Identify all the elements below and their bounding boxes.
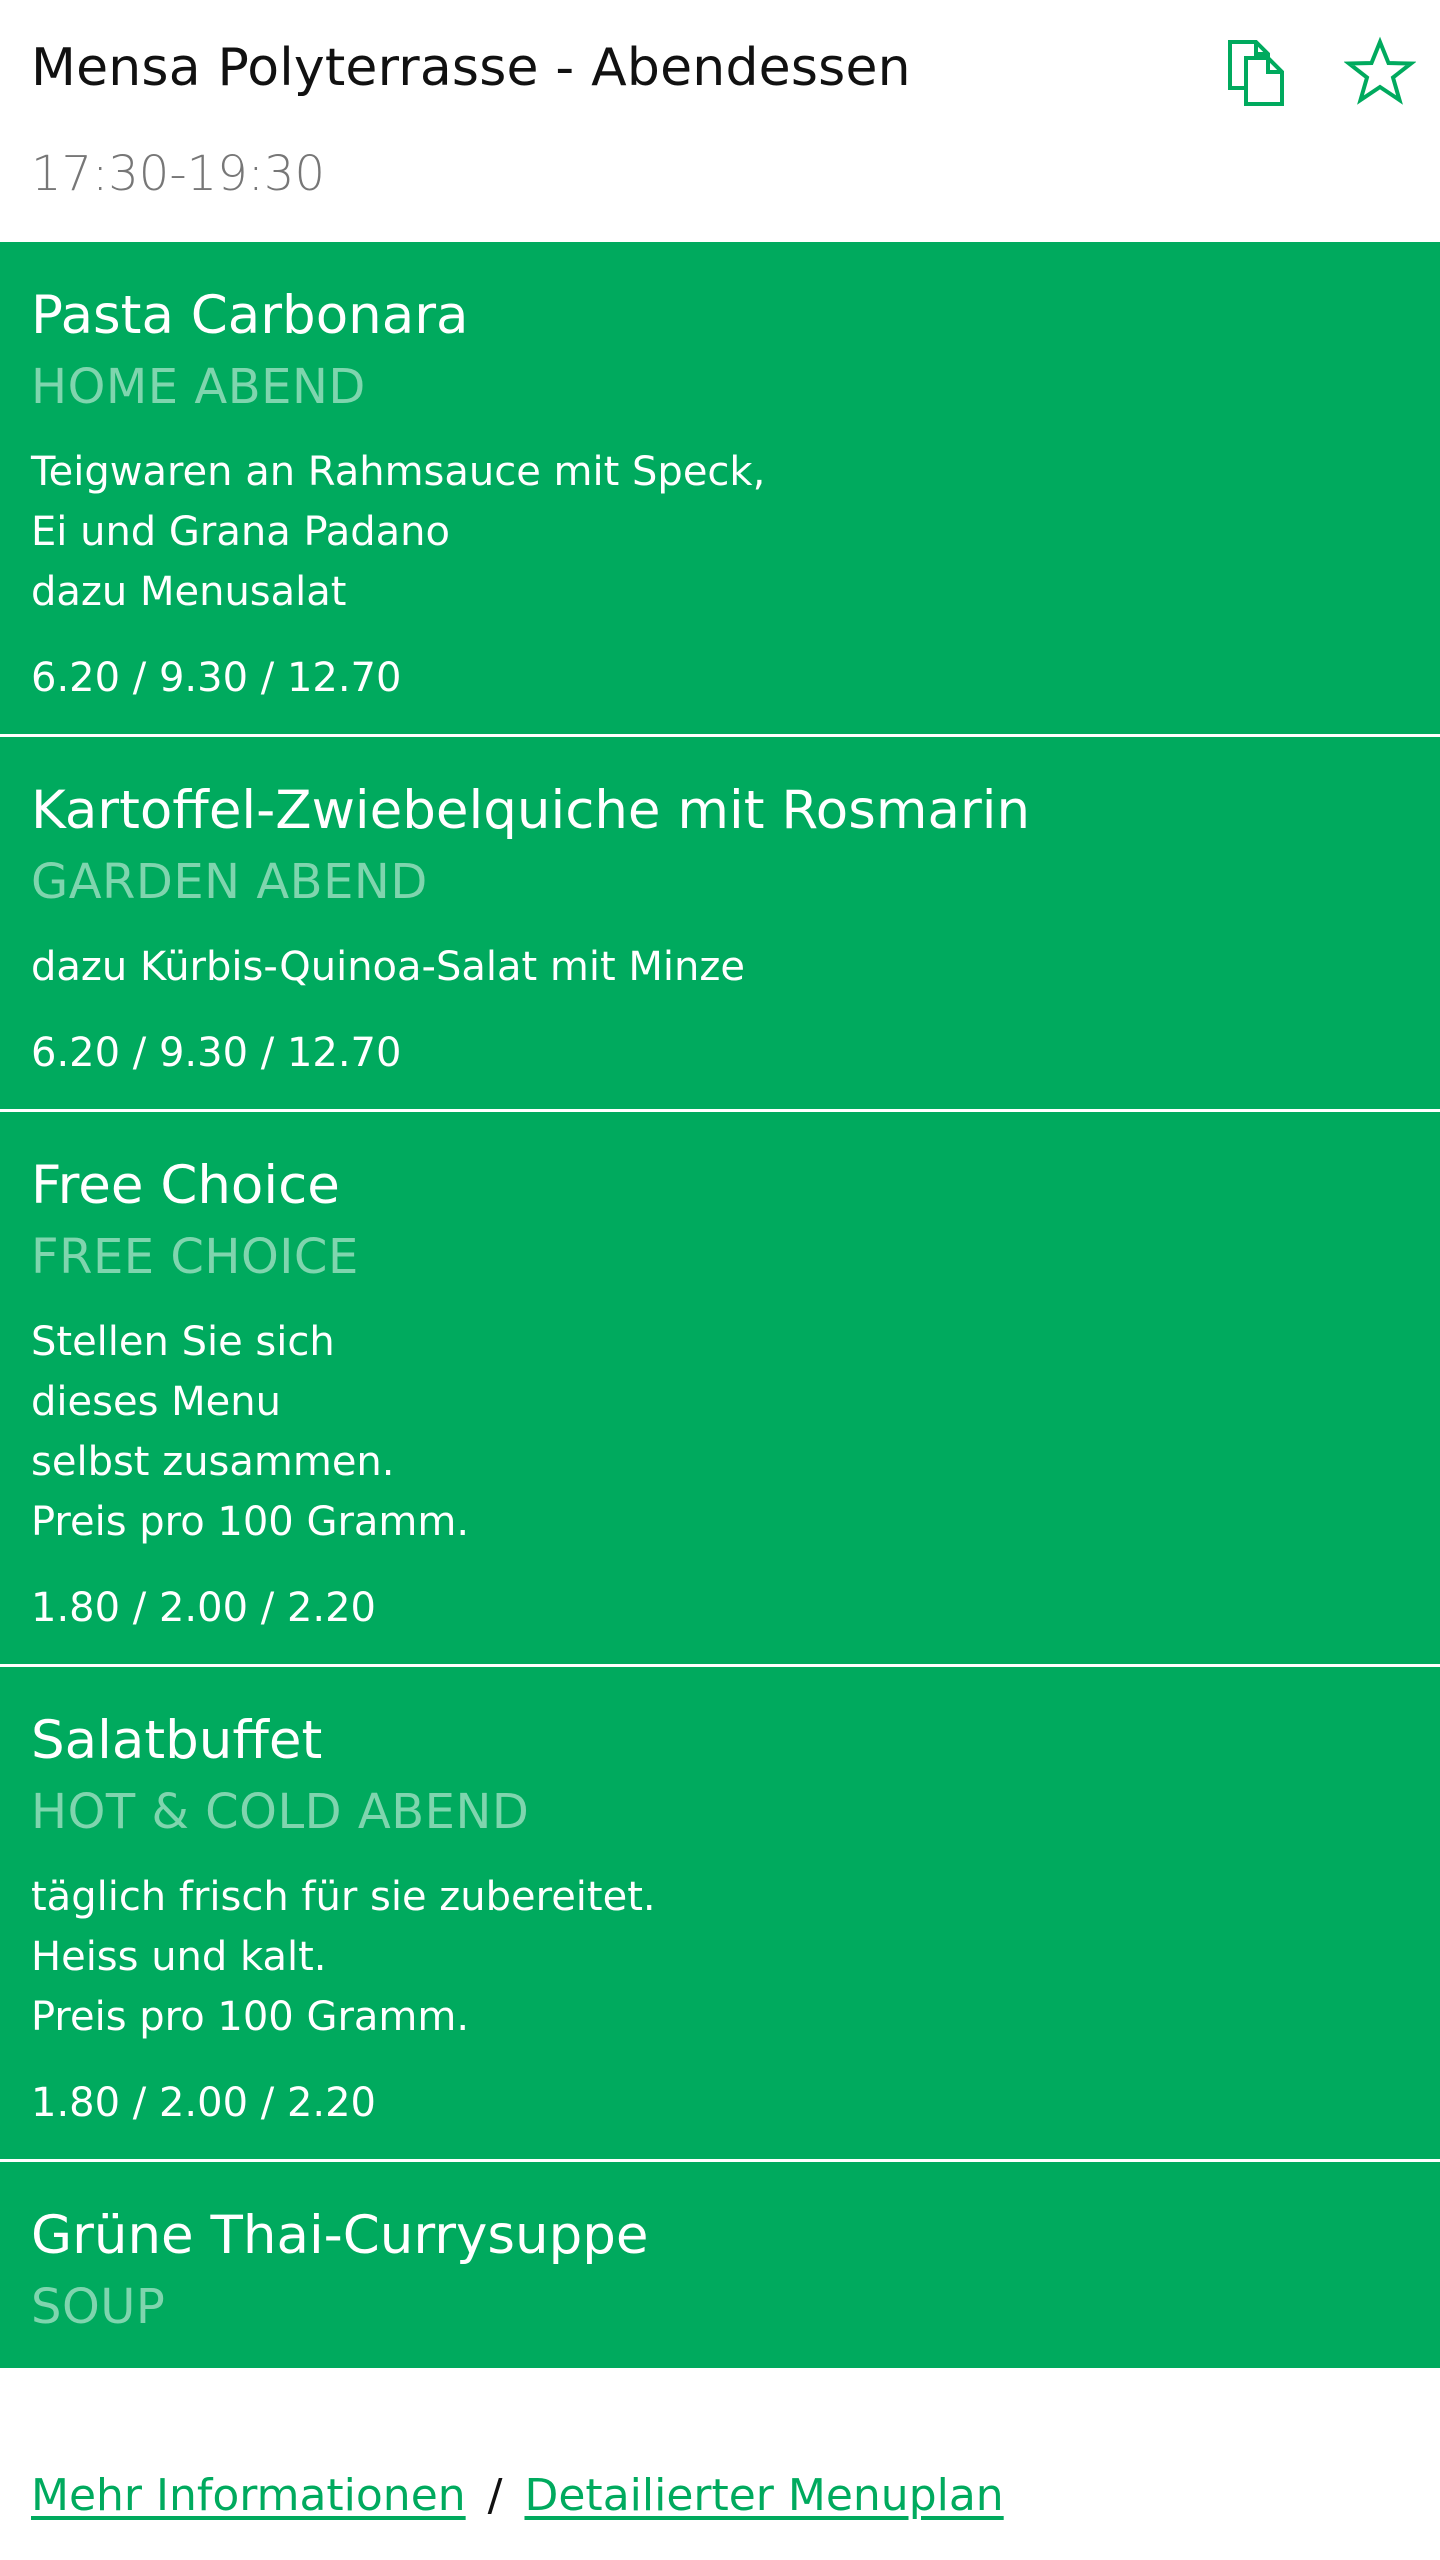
description-line: dazu Kürbis-Quinoa-Salat mit Minze	[31, 944, 745, 990]
menu-description: täglich frisch für sie zubereitet. Heiss…	[31, 1867, 1409, 2047]
page-title: Mensa Polyterrasse - Abendessen	[31, 38, 911, 98]
menu-description: dazu Kürbis-Quinoa-Salat mit Minze	[31, 937, 1409, 997]
menu-category: SOUP	[31, 2279, 166, 2335]
menu-description: Teigwaren an Rahmsauce mit Speck, Ei und…	[31, 442, 1409, 622]
menu-name: Pasta Carbonara	[31, 285, 469, 346]
menu-category: HOME ABEND	[31, 359, 366, 415]
menu-item[interactable]: Grüne Thai-Currysuppe SOUP	[0, 2162, 1440, 2368]
description-line: selbst zusammen.	[31, 1439, 395, 1485]
menu-item[interactable]: Kartoffel-Zwiebelquiche mit Rosmarin GAR…	[0, 737, 1440, 1109]
description-line: Stellen Sie sich	[31, 1319, 335, 1365]
description-line: Preis pro 100 Gramm.	[31, 1499, 470, 1545]
detailed-menuplan-link[interactable]: Detailierter Menuplan	[524, 2470, 1003, 2521]
description-line: Teigwaren an Rahmsauce mit Speck,	[31, 449, 766, 495]
menu-category: GARDEN ABEND	[31, 854, 428, 910]
footer: Mehr Informationen / Detailierter Menuplan	[0, 2440, 1440, 2560]
menu-item[interactable]: Pasta Carbonara HOME ABEND Teigwaren an …	[0, 242, 1440, 734]
opening-hours: 17:30-19:30	[31, 146, 325, 202]
menu-prices: 6.20 / 9.30 / 12.70	[31, 1030, 402, 1076]
menu-item[interactable]: Salatbuffet HOT & COLD ABEND täglich fri…	[0, 1667, 1440, 2159]
menu-list[interactable]: Pasta Carbonara HOME ABEND Teigwaren an …	[0, 242, 1440, 2440]
menu-prices: 1.80 / 2.00 / 2.20	[31, 1585, 376, 1631]
menu-name: Kartoffel-Zwiebelquiche mit Rosmarin	[31, 780, 1031, 841]
description-line: Heiss und kalt.	[31, 1934, 327, 1980]
copy-icon[interactable]	[1222, 36, 1294, 108]
menu-category: FREE CHOICE	[31, 1229, 359, 1285]
menu-category: HOT & COLD ABEND	[31, 1784, 530, 1840]
more-info-link[interactable]: Mehr Informationen	[31, 2470, 466, 2521]
star-icon[interactable]	[1343, 36, 1417, 108]
footer-links: Mehr Informationen / Detailierter Menuplan	[31, 2466, 1004, 2526]
menu-name: Free Choice	[31, 1155, 340, 1216]
page-header: Mensa Polyterrasse - Abendessen 17:30-19…	[0, 0, 1440, 242]
description-line: Ei und Grana Padano	[31, 509, 451, 555]
menu-prices: 1.80 / 2.00 / 2.20	[31, 2080, 376, 2126]
menu-item[interactable]: Free Choice FREE CHOICE Stellen Sie sich…	[0, 1112, 1440, 1664]
description-line: dazu Menusalat	[31, 569, 347, 615]
menu-name: Grüne Thai-Currysuppe	[31, 2205, 649, 2266]
link-separator: /	[487, 2470, 503, 2521]
menu-name: Salatbuffet	[31, 1710, 323, 1771]
description-line: Preis pro 100 Gramm.	[31, 1994, 470, 2040]
menu-prices: 6.20 / 9.30 / 12.70	[31, 655, 402, 701]
menu-description: Stellen Sie sich dieses Menu selbst zusa…	[31, 1312, 1409, 1552]
description-line: dieses Menu	[31, 1379, 281, 1425]
description-line: täglich frisch für sie zubereitet.	[31, 1874, 656, 1920]
